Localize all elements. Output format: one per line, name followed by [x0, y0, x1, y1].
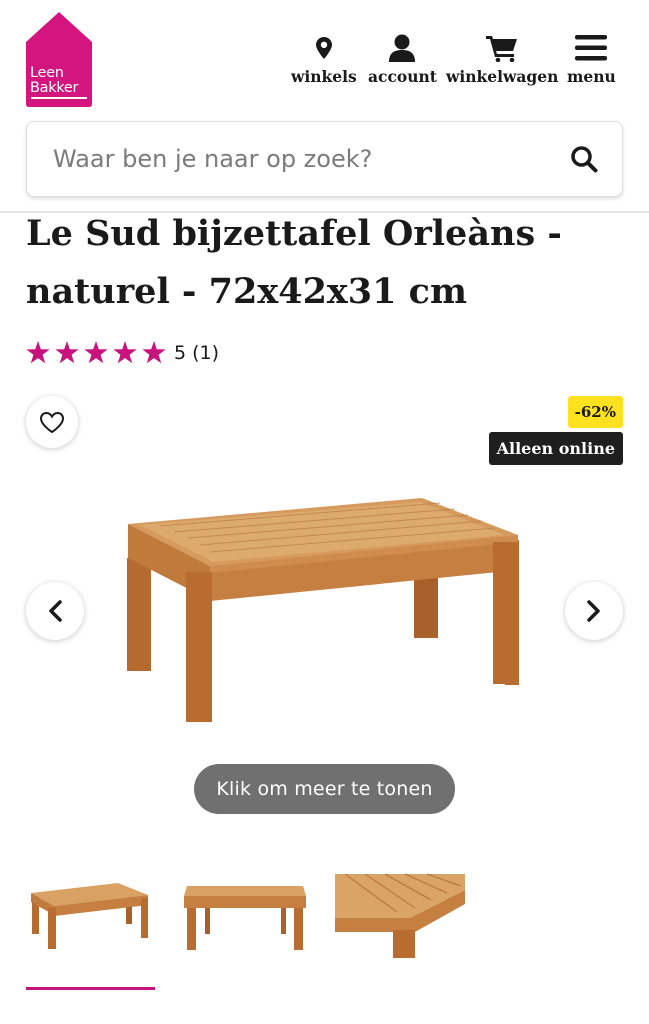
show-more-button[interactable]: Klik om meer te tonen	[194, 764, 455, 814]
hamburger-icon	[575, 33, 608, 63]
search-bar	[26, 121, 623, 197]
product-image[interactable]	[110, 480, 540, 750]
nav-label-account: account	[368, 67, 437, 86]
gallery-next-button[interactable]	[565, 582, 623, 640]
nav-label-menu: menu	[567, 67, 616, 86]
logo-text: Leen Bakker	[30, 65, 79, 96]
nav-label-winkelwagen: winkelwagen	[446, 67, 559, 86]
location-pin-icon	[315, 33, 332, 63]
thumbnail-3[interactable]	[335, 860, 465, 960]
rating-text: 5 (1)	[174, 341, 220, 364]
star-icon	[142, 341, 166, 364]
star-icon	[26, 341, 50, 364]
star-icon	[84, 341, 108, 364]
rating-stars	[26, 341, 166, 364]
product-rating[interactable]: 5 (1)	[26, 341, 219, 364]
gallery-prev-button[interactable]	[26, 582, 84, 640]
thumbnail-2[interactable]	[181, 860, 309, 955]
online-only-badge: Alleen online	[488, 432, 623, 465]
search-input[interactable]	[53, 140, 533, 178]
product-title: Le Sud bijzettafel Orleàns - naturel - 7…	[26, 213, 562, 312]
star-icon	[55, 341, 79, 364]
user-icon	[389, 33, 416, 63]
nav-label-winkels: winkels	[291, 67, 357, 86]
star-icon	[113, 341, 137, 364]
logo-text-line2: Bakker	[30, 80, 79, 96]
logo-text-line1: Leen	[30, 65, 64, 81]
active-thumbnail-indicator	[26, 987, 155, 990]
logo-underline	[31, 97, 87, 99]
chevron-right-icon	[587, 600, 600, 622]
gallery-thumbnails	[0, 860, 649, 990]
thumbnail-1[interactable]	[26, 860, 154, 955]
brand-logo[interactable]: Leen Bakker	[26, 12, 92, 108]
discount-badge: -62%	[567, 396, 623, 428]
cart-icon	[486, 33, 518, 63]
nav-item-menu[interactable]: menu	[567, 33, 616, 86]
nav-item-winkels[interactable]: winkels	[291, 33, 357, 86]
chevron-left-icon	[49, 600, 62, 622]
search-icon[interactable]	[570, 145, 598, 177]
nav-item-winkelwagen[interactable]: winkelwagen	[446, 33, 558, 86]
wishlist-button[interactable]	[26, 396, 78, 448]
nav-item-account[interactable]: account	[368, 33, 437, 86]
heart-icon	[39, 411, 65, 433]
site-header: Leen Bakker winkels account winkelwagen …	[0, 0, 649, 210]
